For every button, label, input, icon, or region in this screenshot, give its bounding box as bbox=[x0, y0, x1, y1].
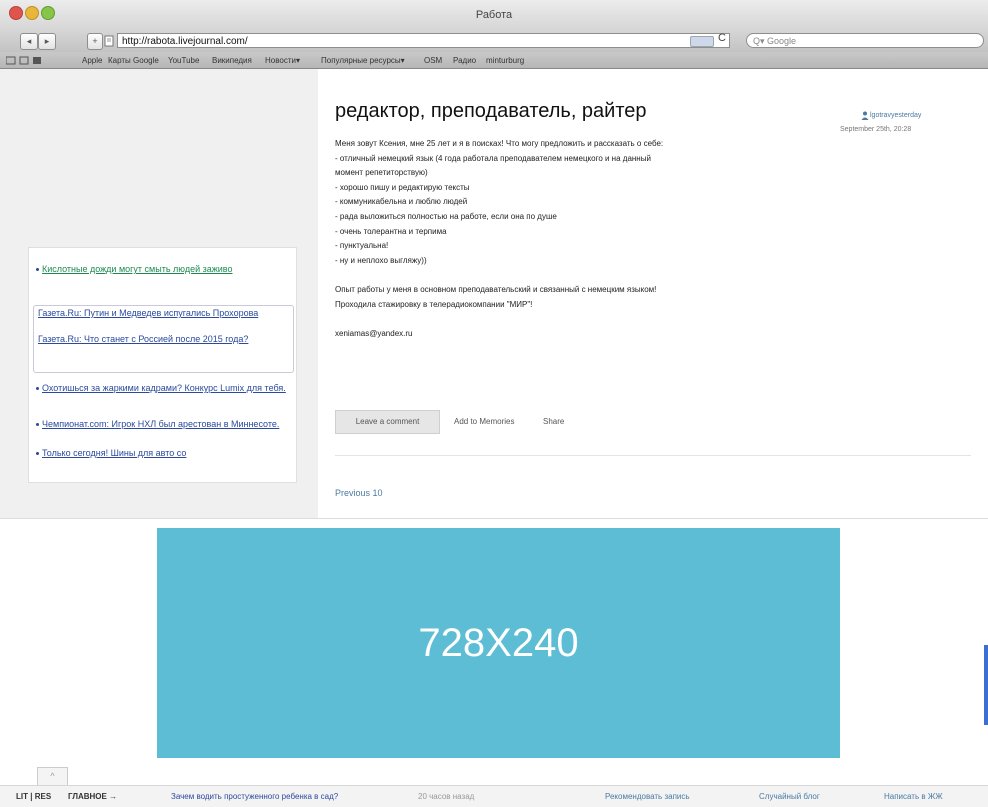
main-label: ГЛАВНОЕ → bbox=[68, 792, 118, 801]
sidebar-link[interactable]: Газета.Ru: Путин и Медведев испугались П… bbox=[38, 307, 288, 319]
sidebar-link[interactable]: Чемпионат.com: Игрок НХЛ был арестован в… bbox=[42, 418, 290, 430]
share-link[interactable]: Share bbox=[543, 417, 564, 426]
ad-label: 728X240 bbox=[418, 620, 579, 665]
body-line bbox=[335, 312, 845, 327]
bookmark-item[interactable]: OSM bbox=[424, 56, 442, 65]
body-line: - отличный немецкий язык (4 года работал… bbox=[335, 153, 651, 163]
browser-window: Работа ◂ ▸ + http://rabota.livejournal.c… bbox=[0, 0, 988, 807]
post-body: Меня зовут Ксения, мне 25 лет и я в поис… bbox=[335, 137, 845, 341]
sidebar-link[interactable]: Кислотные дожди могут смыть людей заживо bbox=[42, 263, 290, 275]
email-text: xeniamas@yandex.ru bbox=[335, 328, 413, 338]
address-bar[interactable]: http://rabota.livejournal.com/ bbox=[117, 33, 730, 48]
post-date: September 25th, 20:28 bbox=[840, 126, 912, 133]
search-field[interactable]: Q▾ Google bbox=[746, 33, 984, 48]
body-line: Проходила стажировку в телерадиокомпании… bbox=[335, 299, 533, 309]
body-line: - пунктуальна! bbox=[335, 241, 389, 251]
divider bbox=[0, 518, 988, 519]
bookmark-icons[interactable] bbox=[6, 55, 46, 65]
add-to-memories-link[interactable]: Add to Memories bbox=[454, 417, 514, 426]
body-line: Опыт работы у меня в основном преподават… bbox=[335, 284, 657, 294]
back-button[interactable]: ◂ bbox=[20, 33, 38, 50]
bookmarks-bar: Apple Карты Google YouTube Википедия Нов… bbox=[0, 52, 988, 69]
title-bar: Работа bbox=[0, 0, 988, 30]
body-line: - очень толерантна и терпима bbox=[335, 226, 447, 236]
bookmark-item[interactable]: Википедия bbox=[212, 56, 252, 65]
bookmark-item[interactable]: YouTube bbox=[168, 56, 199, 65]
headline-time: 20 часов назад bbox=[418, 792, 475, 801]
page-icon bbox=[104, 35, 114, 47]
sidebar-link[interactable]: Только сегодня! Шины для авто со bbox=[42, 447, 290, 459]
divider bbox=[335, 455, 971, 456]
bookmark-item[interactable]: Карты Google bbox=[108, 56, 159, 65]
body-line: Меня зовут Ксения, мне 25 лет и я в поис… bbox=[335, 139, 664, 148]
bullet bbox=[36, 452, 39, 455]
window-title: Работа bbox=[475, 9, 513, 21]
recommend-link[interactable]: Рекомендовать запись bbox=[605, 792, 690, 801]
bookmark-item[interactable]: minturburg bbox=[486, 56, 524, 65]
rss-icon[interactable] bbox=[690, 36, 714, 47]
previous-link[interactable]: Previous 10 bbox=[335, 488, 383, 498]
user-icon bbox=[861, 111, 869, 120]
logo[interactable]: LIT❘RES bbox=[16, 792, 51, 801]
body-line: - коммуникабельна и люблю людей bbox=[335, 197, 468, 207]
add-bookmark-button[interactable]: + bbox=[87, 33, 103, 50]
expand-tab[interactable]: ^ bbox=[37, 767, 68, 786]
bookmark-item[interactable]: Apple bbox=[82, 56, 102, 65]
bookmark-item[interactable]: Популярные ресурсы▾ bbox=[321, 56, 405, 65]
post-title: редактор, преподаватель, райтер bbox=[335, 100, 647, 122]
leave-comment-button[interactable]: Leave a comment bbox=[335, 410, 440, 434]
bookmark-item[interactable]: Радио bbox=[453, 56, 476, 65]
scrollbar[interactable] bbox=[984, 645, 988, 725]
author-link[interactable]: lgotravyesterday bbox=[870, 112, 921, 119]
footer-bar: LIT❘RES ГЛАВНОЕ → Зачем водить простужен… bbox=[0, 785, 988, 807]
write-link[interactable]: Написать в ЖЖ bbox=[884, 792, 943, 801]
random-blog-link[interactable]: Случайный блог bbox=[759, 792, 820, 801]
body-line bbox=[335, 268, 845, 283]
body-line: момент репетиторствую) bbox=[335, 168, 428, 178]
body-line: - ну и неплохо выгляжу)) bbox=[335, 255, 427, 265]
reload-button[interactable]: C bbox=[718, 32, 726, 44]
bullet bbox=[36, 423, 39, 426]
headline-link[interactable]: Зачем водить простуженного ребенка в сад… bbox=[171, 792, 338, 801]
toolbar: ◂ ▸ + http://rabota.livejournal.com/ C Q… bbox=[0, 30, 988, 52]
bullet bbox=[36, 387, 39, 390]
body-line: - хорошо пишу и редактирую тексты bbox=[335, 182, 470, 192]
ad-banner[interactable]: 728X240 bbox=[157, 528, 840, 758]
forward-button[interactable]: ▸ bbox=[38, 33, 56, 50]
sidebar-link[interactable]: Газета.Ru: Что станет с Россией после 20… bbox=[38, 333, 290, 345]
bookmark-item[interactable]: Новости▾ bbox=[265, 56, 300, 65]
bullet bbox=[36, 268, 39, 271]
sidebar-link[interactable]: Охотишься за жаркими кадрами? Конкурс Lu… bbox=[42, 382, 290, 394]
body-line: - рада выложиться полностью на работе, е… bbox=[335, 211, 557, 221]
